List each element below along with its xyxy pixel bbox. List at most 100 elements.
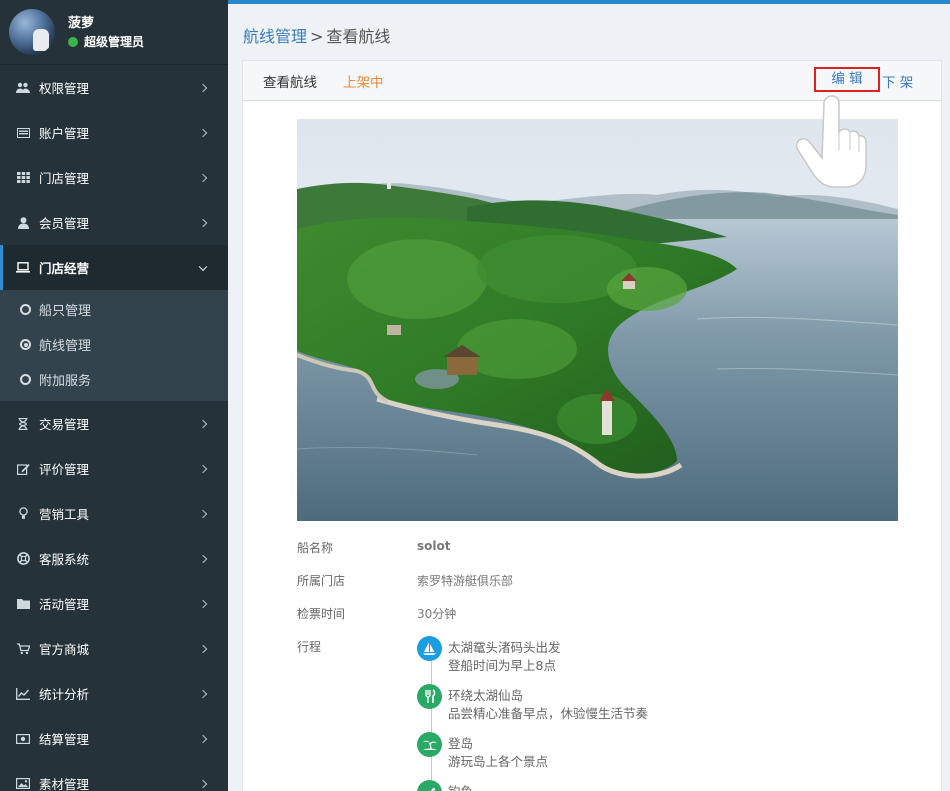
- submenu-item-label: 船只管理: [39, 304, 92, 319]
- sidebar-item-stores[interactable]: 门店管理: [0, 155, 228, 200]
- breadcrumb-parent-link[interactable]: 航线管理: [243, 27, 307, 46]
- submenu-item-label: 航线管理: [39, 339, 92, 354]
- chevron-right-icon: [198, 779, 208, 788]
- edit-button[interactable]: 编 辑: [814, 67, 880, 92]
- take-offshelf-button[interactable]: 下 架: [882, 71, 913, 91]
- detail-label: 船名称: [297, 541, 334, 555]
- users-icon: [16, 81, 30, 95]
- sidebar-item-label: 账户管理: [39, 126, 90, 141]
- lifebuoy-icon: [16, 552, 30, 566]
- itinerary-step-title: 环绕太湖仙岛: [448, 688, 524, 703]
- chevron-right-icon: [198, 464, 208, 473]
- cutlery-icon: [417, 684, 442, 709]
- submenu-item-extra-services[interactable]: 附加服务: [0, 362, 228, 397]
- edit-icon: [16, 462, 30, 476]
- folder-icon: [16, 597, 30, 611]
- itinerary-step-desc: 品尝精心准备早点，休验慢生活节奏: [448, 706, 649, 721]
- hourglass-icon: [16, 417, 30, 431]
- sidebar-item-label: 营销工具: [39, 507, 90, 522]
- sidebar-item-activities[interactable]: 活动管理: [0, 581, 228, 626]
- sidebar-item-statistics[interactable]: 统计分析: [0, 671, 228, 716]
- sidebar-item-materials[interactable]: 素材管理: [0, 761, 228, 791]
- chevron-right-icon: [198, 419, 208, 428]
- itinerary-step-title: 钓鱼: [448, 781, 473, 791]
- itinerary-step-desc: 游玩岛上各个景点: [448, 754, 549, 769]
- detail-value: 30分钟: [417, 607, 457, 621]
- sidebar-item-label: 评价管理: [39, 462, 90, 477]
- card-title: 查看航线: [263, 75, 317, 91]
- sidebar-item-label: 客服系统: [39, 552, 90, 567]
- status-badge: 上架中: [343, 75, 384, 91]
- sidebar-item-label: 官方商城: [39, 642, 90, 657]
- submenu-item-label: 附加服务: [39, 374, 92, 389]
- chevron-right-icon: [198, 218, 208, 227]
- detail-value: 索罗特游艇俱乐部: [417, 574, 514, 588]
- chevron-right-icon: [198, 734, 208, 743]
- breadcrumb-current: 查看航线: [326, 27, 391, 46]
- sidebar-item-marketing[interactable]: 营销工具: [0, 491, 228, 536]
- sidebar-item-accounts[interactable]: 账户管理: [0, 110, 228, 155]
- chevron-right-icon: [198, 509, 208, 518]
- chevron-right-icon: [198, 128, 208, 137]
- avatar[interactable]: [9, 9, 55, 55]
- sidebar-item-permissions[interactable]: 权限管理: [0, 65, 228, 110]
- radio-circle-icon: [20, 374, 31, 385]
- laptop-icon: [16, 261, 30, 275]
- radio-dot-circle-icon: [20, 339, 31, 350]
- chevron-right-icon: [198, 599, 208, 608]
- submenu-item-boats[interactable]: 船只管理: [0, 292, 228, 327]
- chevron-right-icon: [198, 644, 208, 653]
- cart-icon: [16, 642, 30, 656]
- timeline-line: [431, 646, 432, 791]
- online-status-icon: [68, 36, 78, 47]
- sidebar-item-label: 交易管理: [39, 417, 90, 432]
- user-role: 超级管理员: [68, 33, 144, 50]
- image-icon: [16, 777, 30, 791]
- sidebar-item-label: 门店经营: [39, 261, 90, 276]
- submenu-item-routes[interactable]: 航线管理: [0, 327, 228, 362]
- lightbulb-icon: [16, 507, 30, 521]
- sidebar-item-label: 会员管理: [39, 216, 90, 231]
- sidebar-item-label: 结算管理: [39, 732, 90, 747]
- sidebar: 菠萝 超级管理员 权限管理 账户管理 门店管理 会员管理 门店经营 船只管理 航…: [0, 0, 228, 791]
- line-chart-icon: [16, 687, 30, 701]
- sailboat-icon: [417, 636, 442, 661]
- palm-island-icon: [417, 732, 442, 757]
- radio-circle-icon: [20, 304, 31, 315]
- store-operations-submenu: 船只管理 航线管理 附加服务: [0, 290, 228, 401]
- sidebar-item-members[interactable]: 会员管理: [0, 200, 228, 245]
- sidebar-item-label: 统计分析: [39, 687, 90, 702]
- sidebar-item-settlement[interactable]: 结算管理: [0, 716, 228, 761]
- sidebar-item-customer-service[interactable]: 客服系统: [0, 536, 228, 581]
- sidebar-item-mall[interactable]: 官方商城: [0, 626, 228, 671]
- chevron-right-icon: [198, 173, 208, 182]
- itinerary-step-desc: 登船时间为早上8点: [448, 658, 556, 673]
- route-detail-card: 查看航线 上架中 编 辑 下 架 船名称 solot 所属门店 索罗特游艇俱乐部…: [242, 60, 942, 791]
- grid-icon: [16, 171, 30, 185]
- user-panel: 菠萝 超级管理员: [0, 0, 228, 65]
- sidebar-item-label: 门店管理: [39, 171, 90, 186]
- sidebar-item-label: 活动管理: [39, 597, 90, 612]
- chevron-right-icon: [198, 83, 208, 92]
- itinerary-step-title: 太湖鼋头渚码头出发: [448, 640, 561, 655]
- chevron-down-icon: [198, 262, 208, 271]
- sidebar-item-label: 素材管理: [39, 777, 90, 791]
- breadcrumb-separator: >: [310, 27, 324, 46]
- sidebar-item-transactions[interactable]: 交易管理: [0, 401, 228, 446]
- fishing-icon: [417, 780, 442, 791]
- money-icon: [16, 732, 30, 746]
- list-card-icon: [16, 126, 30, 140]
- pointing-hand-icon: [795, 95, 867, 188]
- detail-label: 所属门店: [297, 574, 346, 588]
- user-role-label: 超级管理员: [84, 35, 145, 49]
- chevron-right-icon: [198, 689, 208, 698]
- sidebar-item-store-operations[interactable]: 门店经营: [0, 245, 228, 290]
- top-accent-bar: [228, 0, 950, 4]
- breadcrumb: 航线管理 > 查看航线: [243, 23, 390, 47]
- chevron-right-icon: [198, 554, 208, 563]
- sidebar-item-reviews[interactable]: 评价管理: [0, 446, 228, 491]
- sidebar-item-label: 权限管理: [39, 81, 90, 96]
- user-icon: [16, 216, 30, 230]
- user-name: 菠萝: [68, 16, 95, 31]
- itinerary-step-title: 登岛: [448, 736, 474, 751]
